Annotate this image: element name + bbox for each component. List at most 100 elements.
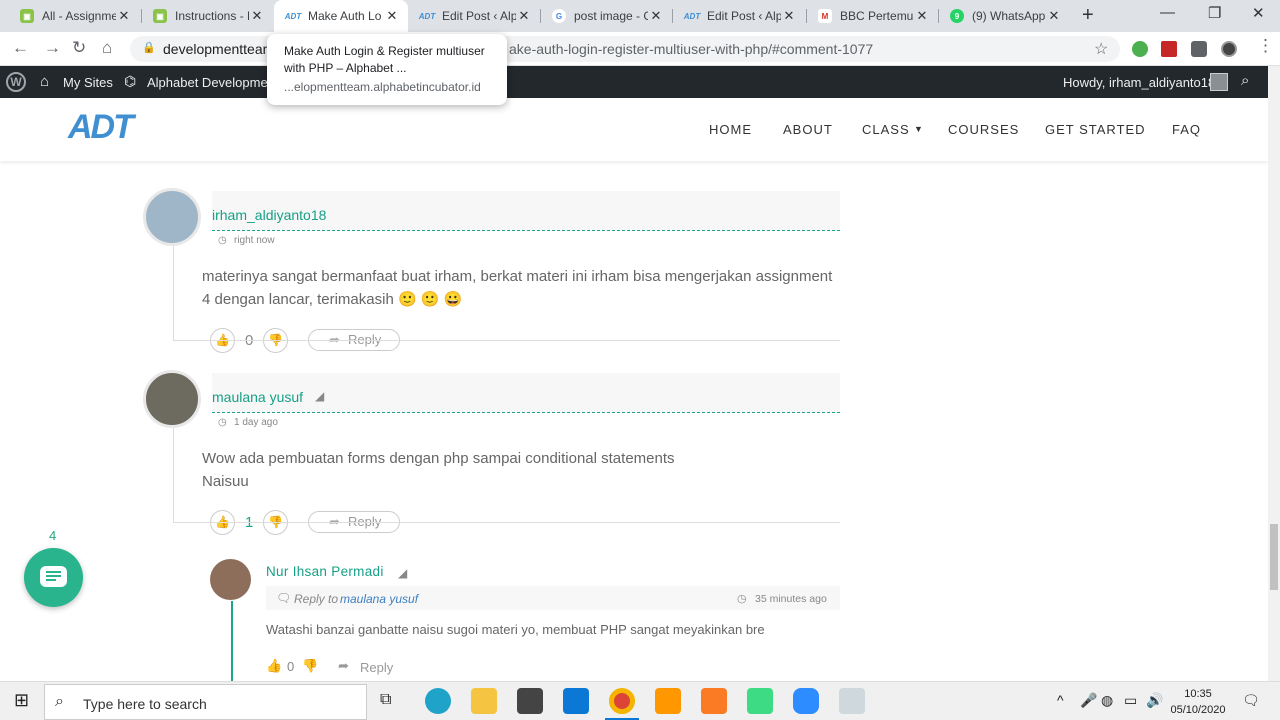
close-tab-icon[interactable]: ✕ — [116, 8, 132, 24]
store-icon[interactable] — [517, 688, 543, 714]
tab-whatsapp[interactable]: 9 (9) WhatsApp ✕ — [938, 0, 1070, 32]
windows-taskbar: ⊞ ⌕ Type here to search ⧉ ^ 🎤 ◍ ▭ 🔊 10:3… — [0, 681, 1280, 720]
assignment-favicon-icon: ▣ — [20, 9, 34, 23]
nav-class[interactable]: CLASS — [862, 122, 910, 137]
comment-date: 1 day ago — [234, 417, 278, 428]
system-clock[interactable]: 10:35 05/10/2020 — [1168, 686, 1228, 718]
extensions-puzzle-icon[interactable] — [1191, 41, 1207, 57]
tab-instructions[interactable]: ▣ Instructions - F ✕ — [141, 0, 273, 32]
thumbs-down-icon[interactable]: 👎 — [302, 658, 318, 674]
url-text-end: ake-auth-login-register-multiuser-with-p… — [509, 41, 874, 57]
close-tab-icon[interactable]: ✕ — [1046, 8, 1062, 24]
comment-header: irham_aldiyanto18 — [212, 191, 840, 231]
lock-icon: 🔒 — [142, 42, 156, 54]
tab-all-assignments[interactable]: ▣ All - Assignme ✕ — [8, 0, 140, 32]
show-hidden-icons-chevron-icon[interactable]: ^ — [1057, 692, 1064, 708]
adt-favicon-icon: ADT — [684, 9, 700, 23]
zoom-icon[interactable] — [793, 688, 819, 714]
my-sites-link[interactable]: My Sites — [63, 75, 113, 90]
comments-chat-button[interactable] — [24, 548, 83, 607]
windows-start-icon[interactable]: ⊞ — [14, 690, 29, 711]
close-tab-icon[interactable]: ✕ — [384, 8, 400, 24]
restore-button[interactable]: ❐ — [1208, 4, 1221, 22]
pdf-extension-icon[interactable] — [1161, 41, 1177, 57]
site-name-link[interactable]: Alphabet Developmen — [147, 75, 275, 90]
notifications-icon[interactable]: 🗨 — [1242, 692, 1260, 709]
reload-icon[interactable]: ↻ — [72, 38, 86, 58]
new-tab-button[interactable]: + — [1082, 4, 1094, 27]
nav-courses[interactable]: COURSES — [948, 122, 1019, 137]
site-logo[interactable]: ADT — [68, 108, 134, 147]
tab-make-auth-active[interactable]: ADT Make Auth Lo ✕ — [274, 0, 408, 32]
wifi-icon[interactable]: ▭ — [1124, 692, 1137, 709]
android-studio-icon[interactable] — [747, 688, 773, 714]
clock-icon: ◷ — [218, 417, 227, 428]
task-view-icon[interactable]: ⧉ — [380, 691, 391, 709]
browser-tab-strip: ▣ All - Assignme ✕ ▣ Instructions - F ✕ ADT M… — [0, 0, 1280, 32]
profile-avatar-icon[interactable] — [1221, 41, 1237, 57]
file-explorer-icon[interactable] — [471, 688, 497, 714]
comment-author[interactable]: maulana yusuf — [212, 389, 303, 405]
volume-icon[interactable]: 🔊 — [1146, 692, 1163, 709]
nav-home[interactable]: HOME — [709, 122, 752, 137]
adt-favicon-icon: ADT — [285, 9, 301, 23]
tab-gmail-bbc[interactable]: M BBC Pertemua ✕ — [806, 0, 938, 32]
page-scrollbar[interactable] — [1268, 66, 1280, 681]
search-icon[interactable]: ⌕ — [1241, 72, 1249, 89]
tab-title: (9) WhatsApp — [972, 9, 1046, 23]
edge-icon[interactable] — [425, 688, 451, 714]
nav-get-started[interactable]: GET STARTED — [1045, 122, 1146, 137]
rss-icon: ◢ — [398, 566, 408, 580]
comment-author[interactable]: Nur Ihsan Permadi — [266, 564, 384, 579]
comment-date: 35 minutes ago — [755, 593, 827, 605]
close-tab-icon[interactable]: ✕ — [781, 8, 797, 24]
vote-count: 0 — [287, 659, 295, 674]
globe-extension-icon[interactable] — [1132, 41, 1148, 57]
search-placeholder: Type here to search — [83, 696, 207, 712]
back-arrow-icon[interactable]: ← — [12, 38, 29, 58]
comment-count-badge: 4 — [49, 528, 57, 543]
mail-icon[interactable] — [563, 688, 589, 714]
microphone-icon[interactable]: 🎤 — [1080, 692, 1097, 709]
nav-about[interactable]: ABOUT — [783, 122, 833, 137]
tab-post-image-google[interactable]: Gpost image - G ✕ — [540, 0, 672, 32]
sublime-text-icon[interactable] — [655, 688, 681, 714]
chrome-icon[interactable] — [609, 688, 635, 714]
comment-text: Watashi banzai ganbatte naisu sugoi mate… — [266, 622, 765, 637]
clock-time: 10:35 — [1184, 688, 1212, 700]
close-window-button[interactable]: ✕ — [1252, 4, 1265, 22]
tab-edit-post[interactable]: ADT Edit Post ‹ Alp ✕ — [408, 0, 540, 32]
close-tab-icon[interactable]: ✕ — [648, 8, 664, 24]
reply-link[interactable]: Reply — [360, 660, 393, 675]
tab-title: Edit Post ‹ Alp — [442, 9, 516, 23]
scrollbar-thumb[interactable] — [1270, 524, 1278, 590]
forward-arrow-icon[interactable]: → — [44, 38, 61, 58]
avatar — [143, 188, 201, 246]
bookmark-star-icon[interactable]: ☆ — [1094, 39, 1108, 59]
avatar — [210, 559, 251, 600]
tab-edit-post-2[interactable]: ADT Edit Post ‹ Alp ✕ — [673, 0, 805, 32]
reply-arrow-icon: ➦ — [338, 658, 349, 673]
browser-menu-icon[interactable]: ⋮ — [1257, 36, 1274, 56]
tab-title: Make Auth Lo — [308, 9, 382, 23]
close-tab-icon[interactable]: ✕ — [516, 8, 532, 24]
avatar — [143, 370, 201, 428]
paint-icon[interactable] — [839, 688, 865, 714]
tab-title: Edit Post ‹ Alp — [707, 9, 781, 23]
howdy-user-link[interactable]: Howdy, irham_aldiyanto18 — [1063, 75, 1215, 90]
reply-to-author-link[interactable]: maulana yusuf — [340, 592, 418, 606]
nav-faq[interactable]: FAQ — [1172, 122, 1201, 137]
chevron-down-icon: ▼ — [914, 124, 924, 134]
minimize-button[interactable]: — — [1160, 4, 1175, 21]
home-icon[interactable]: ⌂ — [102, 38, 112, 58]
user-avatar[interactable] — [1210, 73, 1228, 91]
comment-author[interactable]: irham_aldiyanto18 — [212, 207, 326, 223]
xampp-icon[interactable] — [701, 688, 727, 714]
close-tab-icon[interactable]: ✕ — [914, 8, 930, 24]
comment-body: materinya sangat bermanfaat buat irham, … — [202, 268, 833, 308]
close-tab-icon[interactable]: ✕ — [249, 8, 265, 24]
thumbs-up-icon[interactable]: 👍 — [266, 658, 282, 674]
taskbar-search-box[interactable]: ⌕ Type here to search — [44, 684, 367, 720]
wordpress-logo-icon[interactable]: W — [6, 72, 26, 92]
network-globe-icon[interactable]: ◍ — [1101, 692, 1113, 709]
